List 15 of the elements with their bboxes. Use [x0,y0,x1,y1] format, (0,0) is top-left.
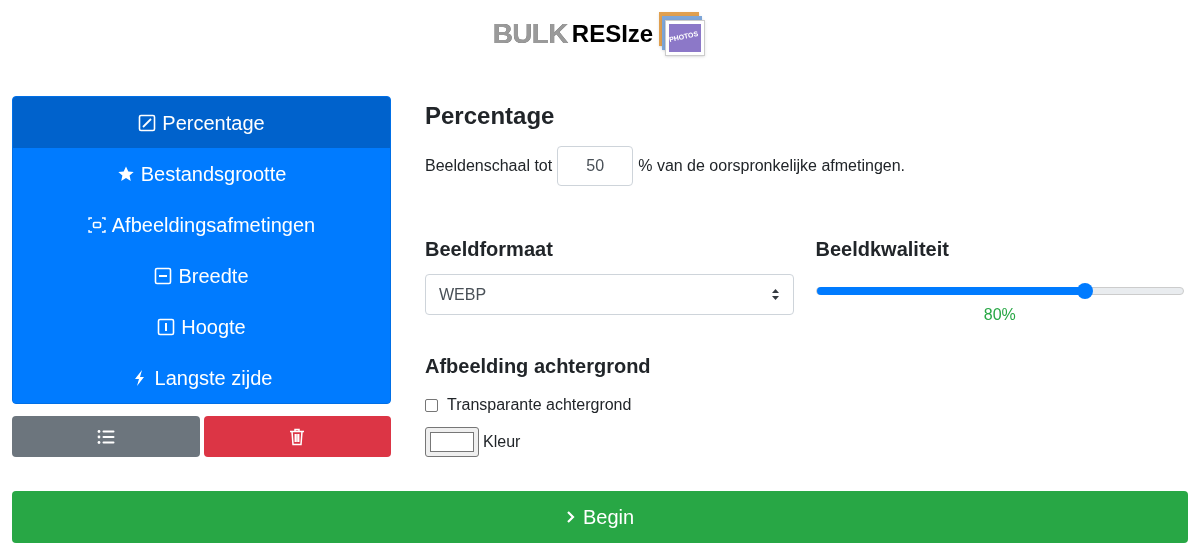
quality-label: Beeldkwaliteit [815,237,950,262]
percentage-input[interactable]: 50 [557,146,634,186]
format-select[interactable]: WEBP [425,274,794,315]
logo-text: BULK [492,17,568,51]
section-title: Percentage [425,101,556,131]
quality-value: 80% [983,305,1016,325]
background-label: Afbeelding achtergrond [425,354,652,379]
scale-label: Beeldenschaal tot [425,156,553,176]
logo-text: RESIze [571,19,654,49]
checkbox-label: Transparante achtergrond [447,395,632,415]
scale-label: % van de oorspronkelijke afmetingen. [638,156,906,176]
begin-button[interactable]: Begin [12,491,1188,543]
color-label: Kleur [483,432,521,452]
format-label: Beeldformaat [425,237,554,262]
sidebar-item[interactable]: Percentage [13,97,390,148]
